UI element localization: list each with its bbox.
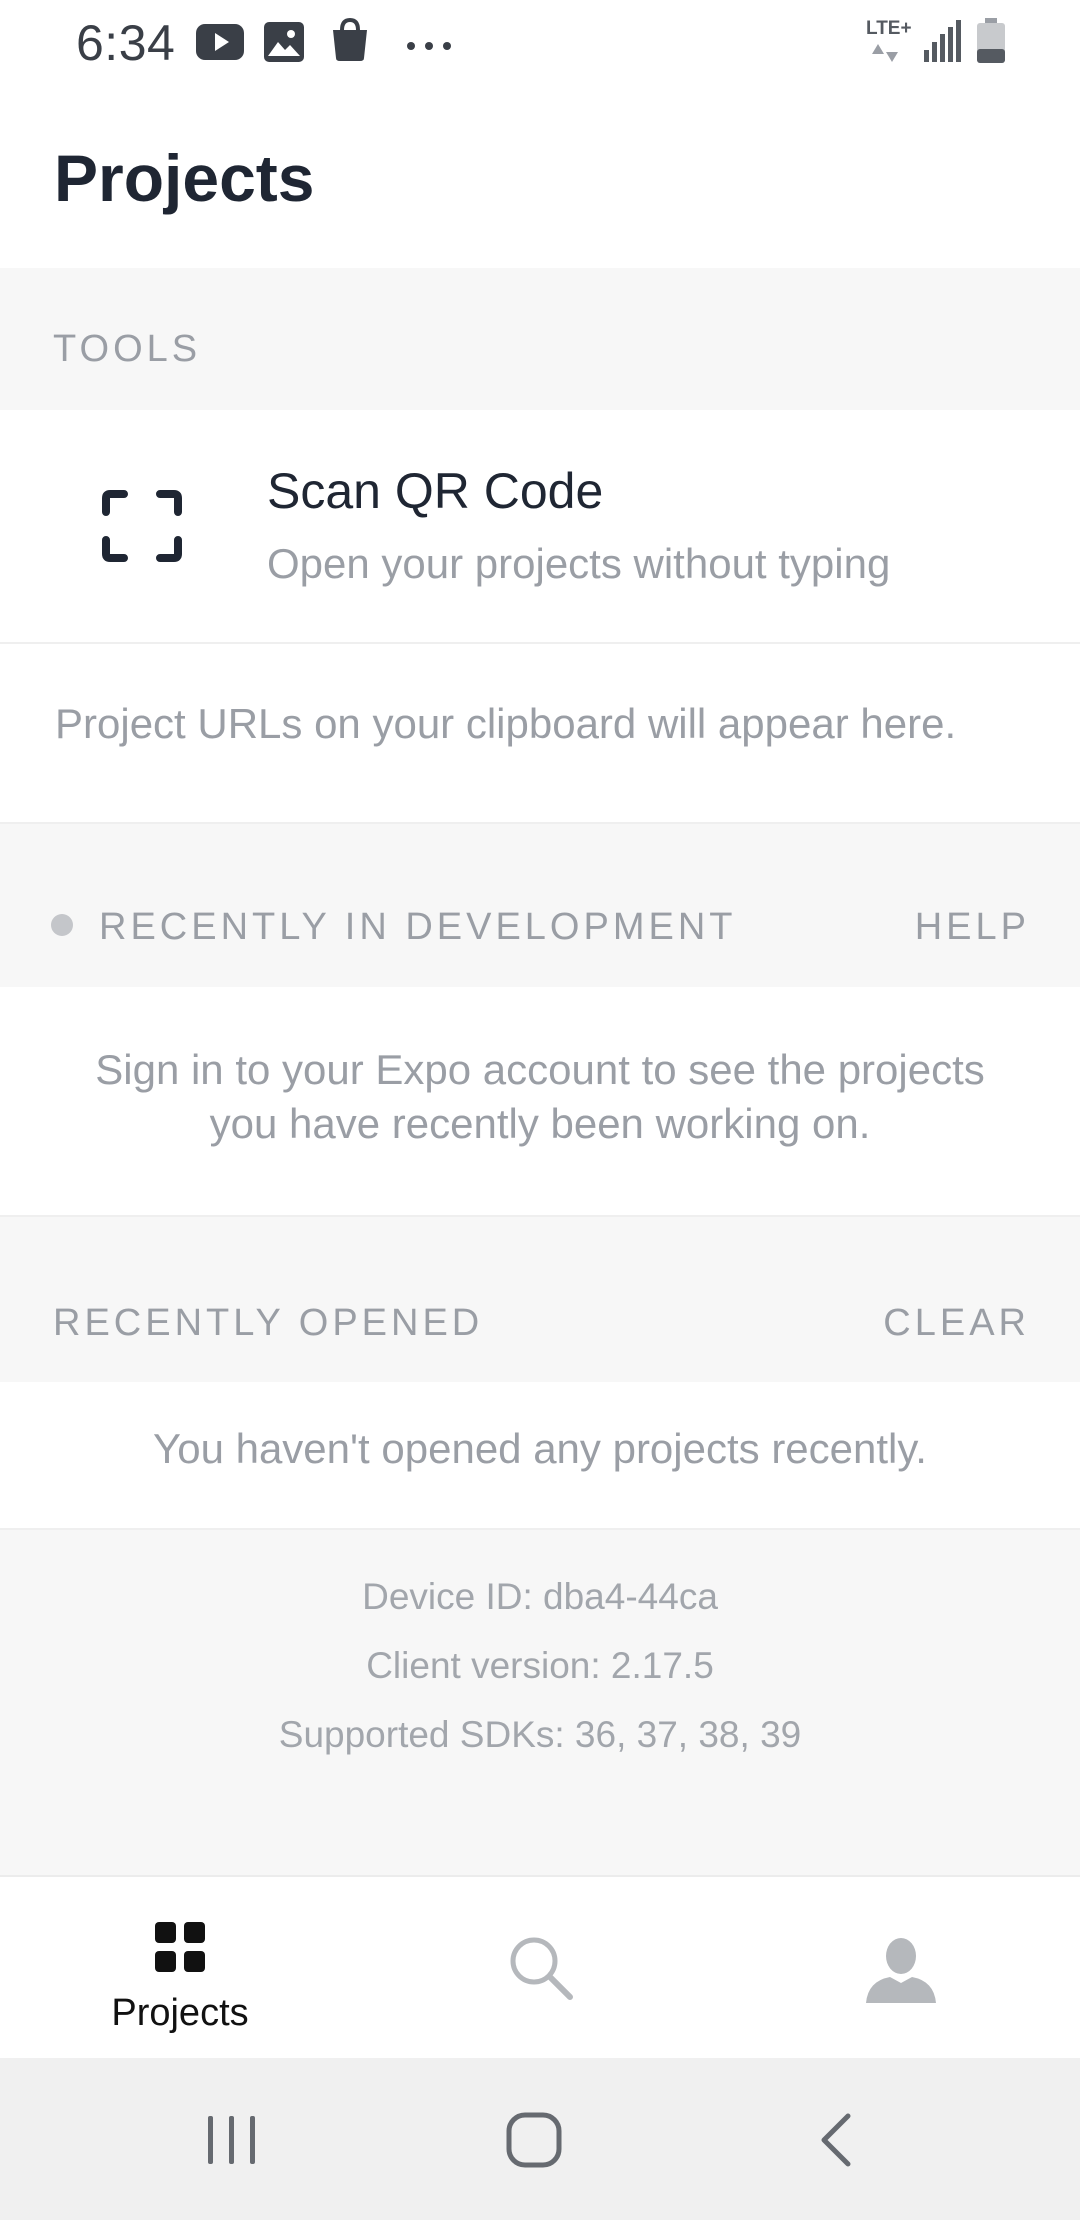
clipboard-message: Project URLs on your clipboard will appe… <box>55 700 957 747</box>
lte-plus-icon: LTE+ <box>866 16 920 69</box>
help-button[interactable]: HELP <box>915 906 1030 949</box>
signal-icon <box>924 20 964 67</box>
no-recent-projects-message: You haven't opened any projects recently… <box>153 1425 927 1472</box>
svg-text:LTE+: LTE+ <box>866 18 912 39</box>
tools-section-header: TOOLS <box>0 268 1080 410</box>
recently-in-development-label: RECENTLY IN DEVELOPMENT <box>99 906 737 948</box>
recently-opened-label: RECENTLY OPENED <box>53 1302 484 1344</box>
image-icon <box>264 22 304 67</box>
home-icon[interactable] <box>506 2112 562 2173</box>
recents-icon[interactable] <box>206 2114 258 2171</box>
bottom-tab-bar: Projects <box>0 1875 1080 2058</box>
tab-search[interactable] <box>360 1877 720 2060</box>
page-title: Projects <box>54 141 315 215</box>
tab-profile[interactable] <box>720 1877 1080 2060</box>
recently-in-development-header <box>0 822 1080 987</box>
more-dots-icon <box>406 38 452 56</box>
device-id: Device ID: dba4-44ca <box>362 1576 718 1617</box>
status-time: 6:34 <box>76 15 176 71</box>
sign-in-message: Sign in to your Expo account to see the … <box>0 1043 1080 1151</box>
youtube-icon <box>196 24 244 65</box>
battery-icon <box>976 18 1006 69</box>
supported-sdks: Supported SDKs: 36, 37, 38, 39 <box>278 1714 802 1755</box>
tools-section-label: TOOLS <box>53 328 202 370</box>
grid-icon <box>155 1922 205 1977</box>
scan-qr-row[interactable]: Scan QR Code Open your projects without … <box>0 410 1080 642</box>
scan-qr-subtitle: Open your projects without typing <box>267 540 891 587</box>
status-dot-icon <box>51 914 73 936</box>
client-info-panel: Device ID: dba4-44ca Client version: 2.1… <box>0 1530 1080 1875</box>
qr-scan-icon <box>102 490 182 567</box>
tab-projects-label: Projects <box>111 1992 249 2034</box>
scan-qr-title: Scan QR Code <box>267 463 604 519</box>
search-icon <box>508 1935 574 2006</box>
back-icon[interactable] <box>818 2112 854 2173</box>
client-version: Client version: 2.17.5 <box>366 1645 714 1686</box>
system-nav-bar <box>0 2058 1080 2220</box>
recently-opened-header: RECENTLY OPENED CLEAR <box>0 1217 1080 1382</box>
status-bar: 6:34 LTE+ <box>0 0 1080 86</box>
clear-button[interactable]: CLEAR <box>883 1302 1030 1345</box>
tab-projects[interactable]: Projects <box>0 1877 360 2060</box>
divider <box>0 642 1080 644</box>
sign-in-message-line2: you have recently been working on. <box>209 1100 871 1147</box>
shopping-bag-icon <box>330 17 370 67</box>
profile-icon <box>866 1937 936 2008</box>
sign-in-message-line1: Sign in to your Expo account to see the … <box>95 1046 985 1093</box>
